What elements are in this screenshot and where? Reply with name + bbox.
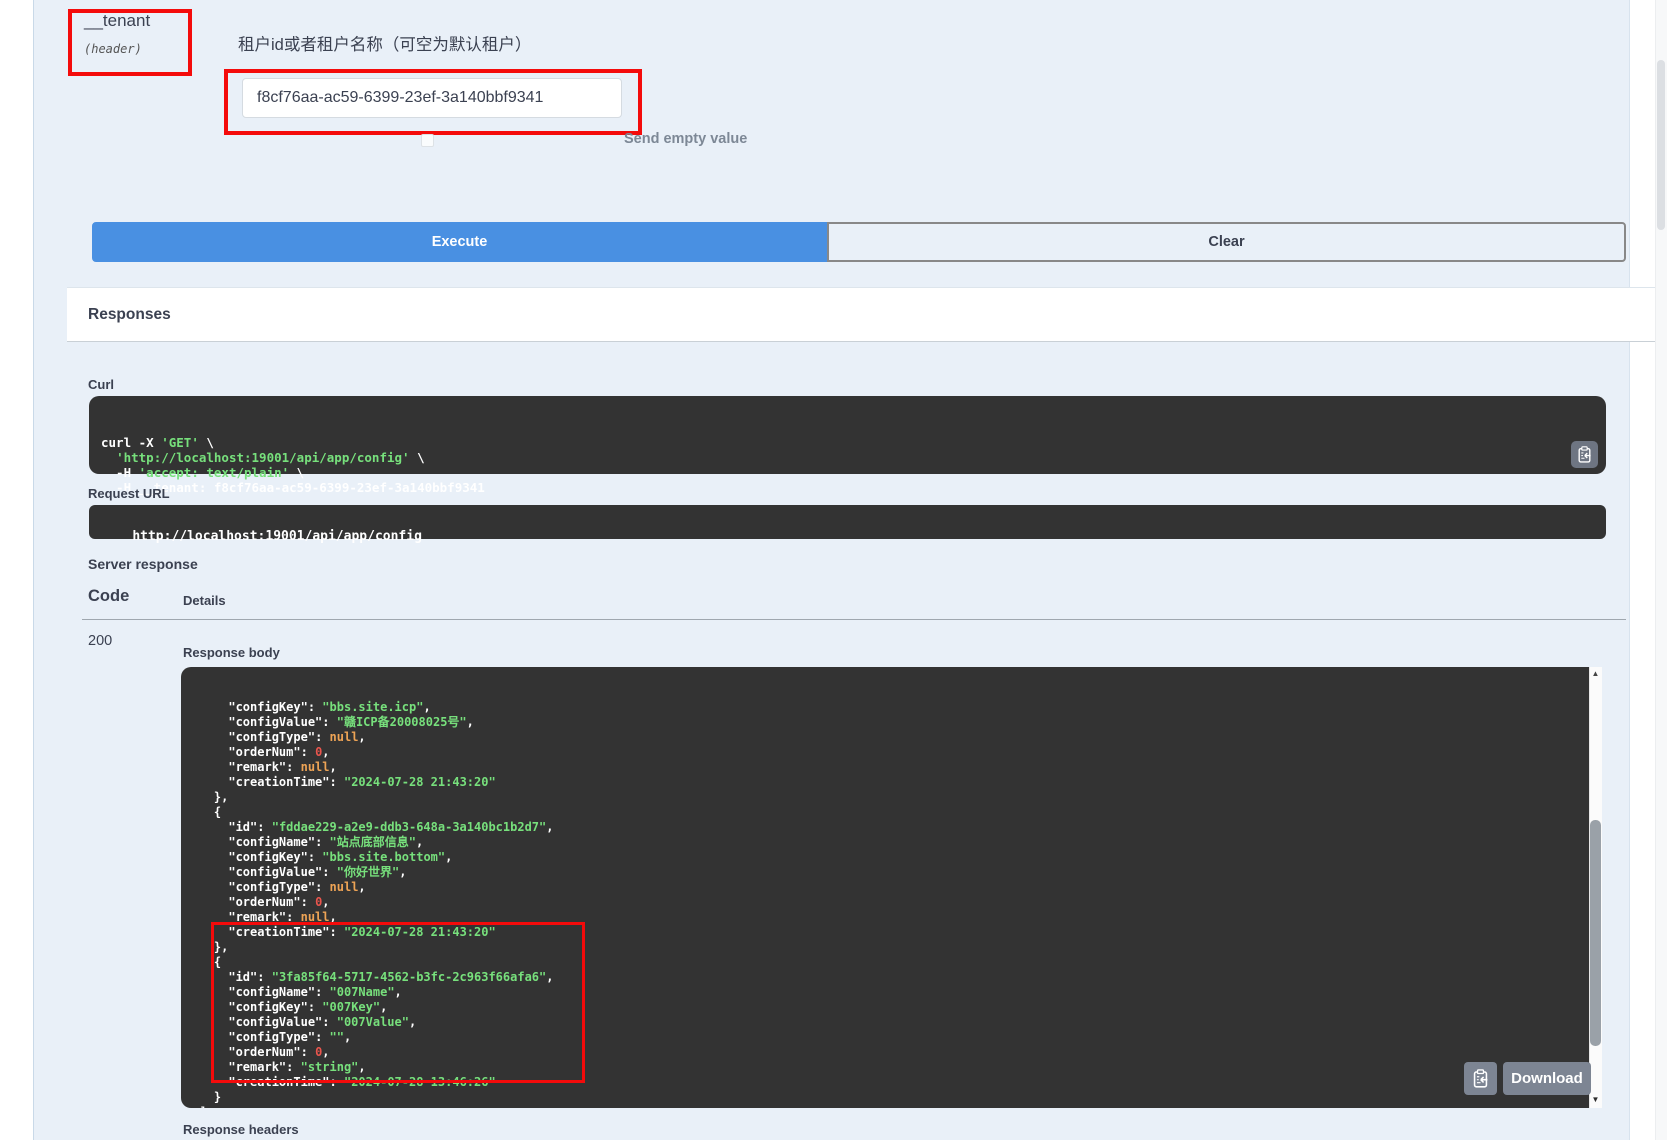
scroll-down-icon[interactable]: ▼ [1589,1094,1602,1106]
scroll-up-icon[interactable]: ▲ [1589,668,1602,680]
request-url-label: Request URL [88,486,170,501]
details-column-header: Details [183,593,226,608]
param-description: 租户id或者租户名称（可空为默认租户） [238,31,531,55]
curl-block: curl -X 'GET' \ 'http://localhost:19001/… [89,396,1606,474]
table-divider [82,619,1626,620]
clipboard-copy-icon [1576,446,1593,463]
curl-code: curl -X 'GET' \ 'http://localhost:19001/… [101,435,1606,495]
curl-copy-button[interactable] [1571,441,1598,468]
execute-button[interactable]: Execute [92,222,827,262]
clipboard-copy-icon [1471,1069,1490,1088]
param-annotation-box [68,9,192,76]
scrollbar-thumb[interactable] [1590,820,1601,1046]
response-copy-button[interactable] [1464,1062,1497,1095]
send-empty-checkbox[interactable] [421,134,434,147]
curl-label: Curl [88,377,114,392]
opblock: __tenant (header) 租户id或者租户名称（可空为默认租户） Se… [33,0,1630,1140]
response-annotation-box [211,922,585,1083]
clear-button[interactable]: Clear [827,222,1626,262]
response-headers-label: Response headers [183,1122,299,1137]
page-scrollbar-thumb[interactable] [1657,60,1665,230]
request-url-value: http://localhost:19001/api/app/config [132,529,422,544]
status-code: 200 [88,633,112,649]
value-annotation-box [224,69,642,135]
responses-title: Responses [88,306,171,324]
download-button[interactable]: Download [1503,1062,1591,1095]
request-url-block: http://localhost:19001/api/app/config [89,505,1606,539]
server-response-label: Server response [88,556,198,572]
responses-header-band [67,287,1662,342]
code-column-header: Code [88,587,129,606]
send-empty-label: Send empty value [624,131,747,147]
response-body-label: Response body [183,645,280,660]
